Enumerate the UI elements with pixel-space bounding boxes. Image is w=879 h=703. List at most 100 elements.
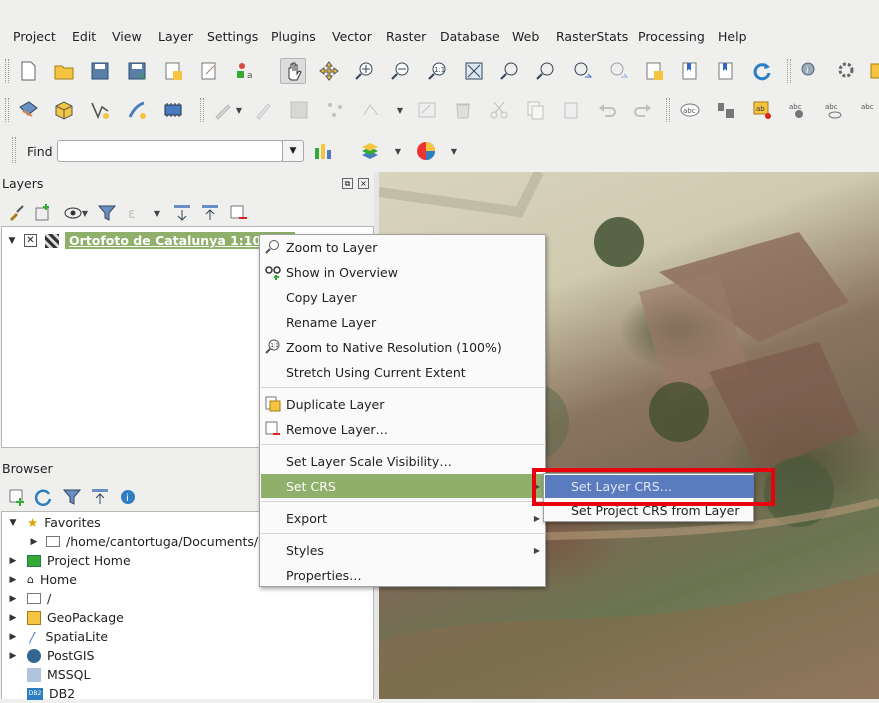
color-ramp-icon[interactable] [413, 138, 439, 164]
collapse-arrow-icon[interactable]: ▼ [6, 236, 18, 246]
menu-item-remove-layer[interactable]: Remove Layer… [261, 417, 546, 441]
new-bookmark-icon[interactable] [677, 58, 703, 84]
layer-labeling-icon[interactable]: abc [677, 97, 703, 123]
open-project-icon[interactable] [51, 58, 77, 84]
data-source-manager-icon[interactable] [15, 97, 41, 123]
pan-to-selection-icon[interactable] [316, 58, 342, 84]
toolbar-handle[interactable] [12, 137, 16, 163]
close-panel-icon[interactable]: × [358, 178, 369, 189]
menu-web[interactable]: Web [512, 29, 539, 44]
menu-item-stretch-extent[interactable]: Stretch Using Current Extent [261, 360, 546, 384]
menu-item-zoom-to-layer[interactable]: Zoom to Layer [261, 235, 546, 259]
menu-item-styles[interactable]: Styles ▶ [261, 538, 546, 562]
menu-processing[interactable]: Processing [638, 29, 705, 44]
menu-item-zoom-native[interactable]: 1:1 Zoom to Native Resolution (100%) [261, 335, 546, 359]
new-virtual-layer-icon[interactable] [160, 97, 186, 123]
menu-vector[interactable]: Vector [332, 29, 372, 44]
browser-item[interactable]: ▶ / [7, 589, 52, 608]
toolbar-handle[interactable] [5, 59, 9, 83]
modify-attributes-icon[interactable] [414, 97, 440, 123]
menu-item-rename-layer[interactable]: Rename Layer [261, 310, 546, 334]
menu-item-duplicate-layer[interactable]: Duplicate Layer [261, 392, 546, 416]
zoom-out-icon[interactable] [388, 58, 414, 84]
menu-item-export[interactable]: Export ▶ [261, 506, 546, 530]
actions-icon[interactable] [834, 58, 860, 84]
toolbar-handle[interactable] [5, 98, 9, 122]
layer-row[interactable]: ▼ ✕ Ortofoto de Catalunya 1:1000 v [6, 231, 296, 250]
layer-diagram-icon[interactable] [713, 97, 739, 123]
zoom-to-layer-icon[interactable] [533, 58, 559, 84]
browser-item[interactable]: ▶/home/cantortuga/Documents/Cic [28, 532, 278, 551]
theme-dropdown[interactable]: ▼ [393, 139, 403, 163]
filter-expression-dropdown[interactable]: ▼ [152, 201, 162, 225]
menu-item-scale-visibility[interactable]: Set Layer Scale Visibility… [261, 449, 546, 473]
new-map-view-icon[interactable] [641, 58, 667, 84]
layer-styling-icon[interactable] [310, 138, 336, 164]
new-geopackage-icon[interactable] [51, 97, 77, 123]
show-hide-labels-icon[interactable]: abc [821, 97, 847, 123]
expand-all-icon[interactable] [169, 200, 195, 226]
collapse-all-icon[interactable] [197, 200, 223, 226]
zoom-in-icon[interactable] [352, 58, 378, 84]
save-project-icon[interactable] [87, 58, 113, 84]
layout-manager-icon[interactable] [196, 58, 222, 84]
menu-item-set-crs[interactable]: Set CRS ▶ [261, 474, 546, 498]
remove-layer-icon[interactable] [225, 200, 251, 226]
browser-item[interactable]: ▶ 〳 SpatiaLite [7, 627, 109, 646]
current-edits-icon[interactable] [210, 97, 236, 123]
toolbar-handle[interactable] [666, 98, 670, 122]
menu-edit[interactable]: Edit [72, 29, 96, 44]
menu-item-show-in-overview[interactable]: Show in Overview [261, 260, 546, 284]
menu-item-set-project-crs[interactable]: Set Project CRS from Layer [545, 499, 754, 522]
move-label-icon[interactable]: abc [857, 97, 879, 123]
menu-item-copy-layer[interactable]: Copy Layer [261, 285, 546, 309]
layer-visibility-checkbox[interactable]: ✕ [24, 234, 37, 247]
refresh-icon[interactable] [749, 58, 775, 84]
menu-plugins[interactable]: Plugins [271, 29, 316, 44]
vertex-tool-dropdown[interactable]: ▼ [395, 98, 405, 122]
style-manager-icon[interactable]: a [232, 58, 258, 84]
undo-icon[interactable] [594, 97, 620, 123]
toggle-editing-icon[interactable] [250, 97, 276, 123]
menu-raster[interactable]: Raster [386, 29, 426, 44]
identify-features-icon[interactable]: i [798, 58, 824, 84]
toolbar-handle[interactable] [787, 59, 791, 83]
current-edits-dropdown[interactable]: ▼ [234, 98, 244, 122]
refresh-browser-icon[interactable] [30, 484, 56, 510]
pan-map-icon[interactable] [280, 58, 306, 84]
menu-database[interactable]: Database [440, 29, 500, 44]
zoom-full-icon[interactable] [461, 58, 487, 84]
vertex-tool-icon[interactable] [358, 97, 384, 123]
menu-project[interactable]: Project [13, 29, 56, 44]
highlight-pinned-labels-icon[interactable]: ab [749, 97, 775, 123]
menu-item-set-layer-crs[interactable]: Set Layer CRS… [545, 475, 754, 498]
properties-info-icon[interactable]: i [115, 484, 141, 510]
browser-item[interactable]: ▼ ★ Favorites [7, 513, 101, 532]
redo-icon[interactable] [630, 97, 656, 123]
select-features-icon[interactable] [866, 58, 879, 84]
style-layer-icon[interactable] [4, 200, 30, 226]
zoom-native-icon[interactable]: 1:1 [425, 58, 451, 84]
new-project-icon[interactable] [15, 58, 41, 84]
menu-layer[interactable]: Layer [158, 29, 193, 44]
add-group-icon[interactable] [30, 200, 56, 226]
find-dropdown-button[interactable]: ▼ [282, 140, 304, 162]
zoom-to-selection-icon[interactable] [497, 58, 523, 84]
filter-browser-icon[interactable] [59, 484, 85, 510]
filter-expression-icon[interactable]: ε [122, 200, 148, 226]
show-bookmarks-icon[interactable] [713, 58, 739, 84]
zoom-last-icon[interactable] [569, 58, 595, 84]
color-ramp-dropdown[interactable]: ▼ [449, 139, 459, 163]
find-input[interactable] [57, 140, 283, 162]
zoom-next-icon[interactable] [605, 58, 631, 84]
float-panel-icon[interactable]: ⧉ [342, 178, 353, 189]
add-selected-layers-icon[interactable] [4, 484, 30, 510]
menu-view[interactable]: View [112, 29, 142, 44]
new-spatialite-icon[interactable] [124, 97, 150, 123]
filter-legend-icon[interactable] [94, 200, 120, 226]
menu-rasterstats[interactable]: RasterStats [556, 29, 628, 44]
browser-item[interactable]: ▶ PostGIS [7, 646, 95, 665]
toolbar-handle[interactable] [200, 98, 204, 122]
new-print-layout-icon[interactable] [160, 58, 186, 84]
theme-icon[interactable] [357, 138, 383, 164]
